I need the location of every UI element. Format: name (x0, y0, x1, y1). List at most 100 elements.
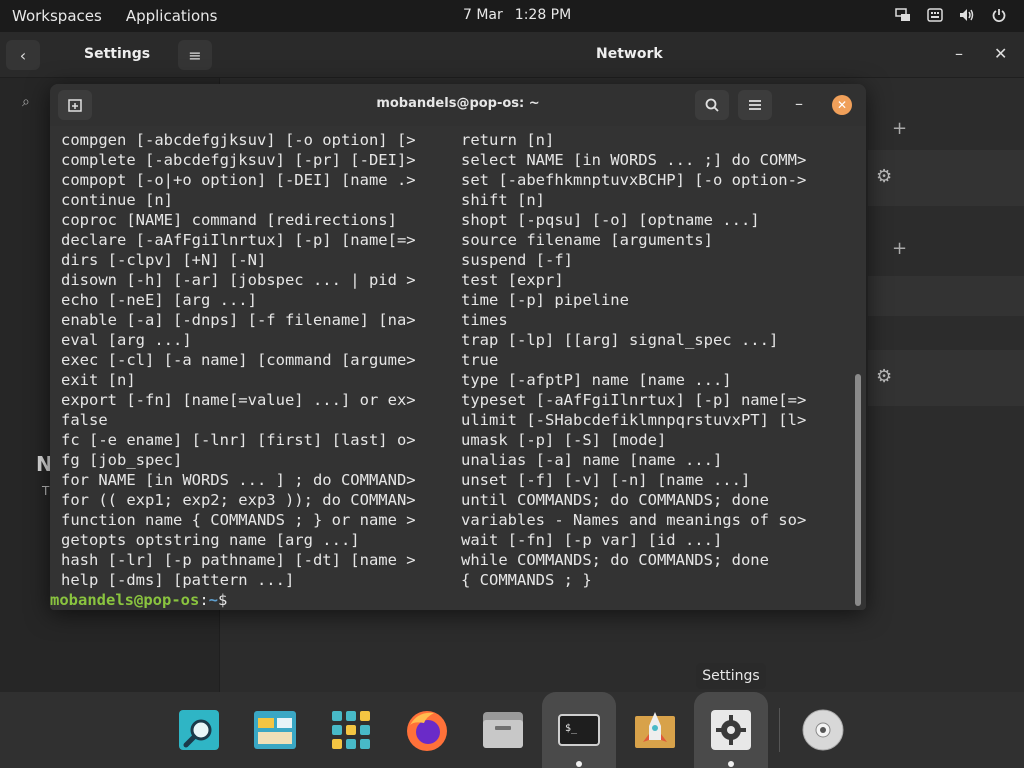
terminal-output[interactable]: compgen [-abcdefgjksuv] [-o option] [> co… (50, 126, 866, 610)
help-line: compgen [-abcdefgjksuv] [-o option] [> (61, 131, 416, 149)
network-row[interactable]: ⚙ (868, 150, 1024, 206)
dock-app-grid[interactable] (314, 692, 388, 768)
help-line: wait [-fn] [-p var] [id ...] (461, 531, 723, 549)
terminal-search-button[interactable] (695, 90, 729, 120)
help-line: { COMMANDS ; } (461, 571, 592, 589)
prompt-user: mobandels@pop-os (50, 591, 200, 609)
help-line: export [-fn] [name[=value] ...] or ex> (61, 391, 416, 409)
minimize-icon[interactable]: – (955, 44, 963, 63)
help-line: source filename [arguments] (461, 231, 713, 249)
dock-file-manager[interactable] (466, 692, 540, 768)
panel-title: Network (596, 46, 663, 62)
volume-icon[interactable] (958, 6, 976, 24)
terminal-window[interactable]: mobandels@pop-os: ~ – ✕ compgen [-abcdef… (50, 84, 866, 610)
dock-disc[interactable] (786, 692, 860, 768)
dock-launcher[interactable] (618, 692, 692, 768)
network-row[interactable] (868, 276, 1024, 316)
prompt-separator: : (199, 591, 209, 609)
display-icon[interactable] (894, 6, 912, 24)
prompt-path: ~ (208, 591, 218, 609)
help-line: true (461, 351, 499, 369)
back-button[interactable]: ‹ (6, 40, 40, 70)
files-icon (254, 711, 296, 749)
help-line: complete [-abcdefgjksuv] [-pr] [-DEI]> (61, 151, 416, 169)
prompt-symbol: $ (218, 591, 228, 609)
help-line: declare [-aAfFgiIlnrtux] [-p] [name[=> (61, 231, 416, 249)
dock-files[interactable] (238, 692, 312, 768)
close-button[interactable]: ✕ (832, 95, 852, 115)
help-column-left: compgen [-abcdefgjksuv] [-o option] [> co… (61, 130, 416, 590)
help-column-right: return [n] select NAME [in WORDS ... ;] d… (461, 130, 806, 590)
help-line: fg [job_spec] (61, 451, 183, 469)
power-icon[interactable] (990, 6, 1008, 24)
hamburger-icon: ≡ (188, 45, 202, 65)
terminal-icon: $_ (558, 714, 600, 746)
dock-settings[interactable] (694, 692, 768, 768)
close-icon[interactable]: ✕ (994, 44, 1007, 63)
sidebar-subtext: T (42, 484, 50, 498)
help-line: enable [-a] [-dnps] [-f filename] [na> (61, 311, 416, 329)
gear-icon[interactable]: ⚙ (876, 366, 892, 387)
date: 7 Mar (463, 7, 503, 23)
settings-menu-button[interactable]: ≡ (178, 40, 212, 70)
add-connection-icon[interactable]: + (892, 118, 907, 139)
launcher-icon (635, 712, 675, 748)
close-icon: ✕ (836, 98, 848, 112)
settings-title: Settings (84, 46, 151, 62)
help-line: return [n] (461, 131, 555, 149)
running-indicator (728, 761, 734, 767)
help-line: exec [-cl] [-a name] [command [argume> (61, 351, 416, 369)
help-line: test [expr] (461, 271, 564, 289)
settings-icon (711, 710, 751, 750)
help-line: for NAME [in WORDS ... ] ; do COMMAND> (61, 471, 416, 489)
help-line: exit [n] (61, 371, 136, 389)
dock-terminal[interactable]: $_ (542, 692, 616, 768)
network-row[interactable]: ⚙ (868, 350, 1024, 406)
help-line: select NAME [in WORDS ... ;] do COMM> (461, 151, 807, 169)
help-line: hash [-lr] [-p pathname] [-dt] [name > (61, 551, 416, 569)
gear-icon[interactable]: ⚙ (876, 166, 892, 187)
help-line: dirs [-clpv] [+N] [-N] (61, 251, 267, 269)
search-icon (179, 710, 219, 750)
help-line: compopt [-o|+o option] [-DEI] [name .> (61, 171, 416, 189)
help-line: times (461, 311, 508, 329)
dock-separator (779, 708, 780, 752)
help-line: time [-p] pipeline (461, 291, 629, 309)
help-line: umask [-p] [-S] [mode] (461, 431, 667, 449)
help-line: type [-afptP] name [name ...] (461, 371, 732, 389)
help-line: eval [arg ...] (61, 331, 192, 349)
help-line: echo [-neE] [arg ...] (61, 291, 257, 309)
help-line: typeset [-aAfFgiIlnrtux] [-p] name[=> (461, 391, 807, 409)
shell-prompt[interactable]: mobandels@pop-os:~$ (50, 590, 227, 610)
keyboard-icon[interactable] (926, 6, 944, 24)
minimize-icon[interactable]: – (795, 94, 803, 113)
workspaces-button[interactable]: Workspaces (12, 7, 102, 25)
help-line: false (61, 411, 108, 429)
add-vpn-icon[interactable]: + (892, 238, 907, 259)
svg-text:$_: $_ (565, 723, 578, 734)
clock[interactable]: 7 Mar 1:28 PM (463, 7, 583, 23)
dock-firefox[interactable] (390, 692, 464, 768)
help-line: function name { COMMANDS ; } or name > (61, 511, 416, 529)
settings-header: ‹ Settings ≡ Network – ✕ (0, 32, 1024, 78)
help-line: suspend [-f] (461, 251, 573, 269)
chevron-left-icon: ‹ (19, 45, 27, 65)
help-line: fc [-e ename] [-lnr] [first] [last] o> (61, 431, 416, 449)
applications-button[interactable]: Applications (126, 7, 218, 25)
search-icon (705, 98, 719, 112)
search-icon[interactable]: ⌕ (22, 94, 30, 110)
help-line: shift [n] (461, 191, 545, 209)
file-manager-icon (483, 712, 523, 748)
dock-tooltip: Settings (696, 663, 766, 689)
dock-search[interactable] (162, 692, 236, 768)
help-line: trap [-lp] [[arg] signal_spec ...] (461, 331, 779, 349)
help-line: shopt [-pqsu] [-o] [optname ...] (461, 211, 760, 229)
help-line: help [-dms] [pattern ...] (61, 571, 295, 589)
terminal-menu-button[interactable] (738, 90, 772, 120)
dock: $_ (0, 692, 1024, 768)
help-line: unalias [-a] name [name ...] (461, 451, 723, 469)
hamburger-icon (749, 100, 761, 110)
scrollbar[interactable] (855, 374, 861, 606)
help-line: until COMMANDS; do COMMANDS; done (461, 491, 769, 509)
top-bar: Workspaces Applications 7 Mar 1:28 PM (0, 0, 1024, 32)
